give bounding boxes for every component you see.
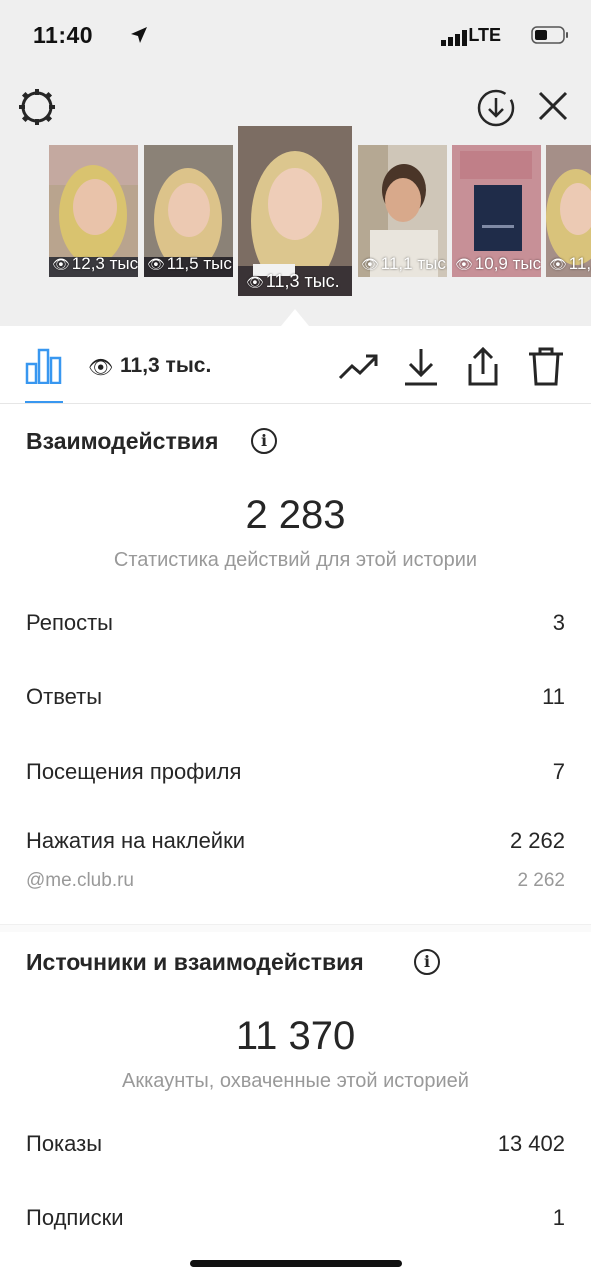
thumbnail-views: 👁 12,3 тыс.	[52, 254, 138, 273]
story-thumbnails-header: 11:40 LTE 👁 12,3 тыс. 👁 11,5 тыс. 👁 11,3…	[0, 0, 591, 326]
stat-value: 1	[552, 1205, 565, 1230]
story-thumbnail[interactable]: 👁 12,3 тыс.	[49, 145, 138, 277]
trash-icon[interactable]	[525, 346, 567, 388]
sources-subtitle: Аккаунты, охваченные этой историей	[122, 1070, 469, 1092]
sources-title: Источники и взаимодействия	[26, 949, 364, 975]
selected-pointer	[281, 309, 309, 326]
share-icon[interactable]	[462, 346, 504, 388]
sticker-mention-value: 2 262	[517, 870, 565, 891]
insights-toolbar: 👁 11,3 тыс.	[0, 326, 591, 404]
close-icon[interactable]	[537, 90, 569, 122]
stat-value: 2 262	[509, 828, 565, 853]
sticker-mention-label: @me.club.ru	[26, 870, 134, 891]
stat-row-profile-visits: Посещения профиля 7	[26, 759, 565, 789]
settings-gear-icon[interactable]	[18, 88, 56, 126]
thumbnail-views: 👁 11,3 тыс.	[246, 271, 340, 291]
stat-row-follows: Подписки 1	[26, 1205, 565, 1235]
stat-label: Показы	[26, 1131, 103, 1156]
eye-icon: 👁	[361, 256, 379, 272]
stat-value: 11	[542, 684, 565, 709]
stat-value: 7	[552, 759, 565, 784]
network-label: LTE	[468, 25, 501, 45]
bar-chart-icon[interactable]	[25, 348, 63, 384]
stat-row-impressions: Показы 13 402	[26, 1131, 565, 1161]
thumbnail-views: 👁 11,1 тыс.	[361, 254, 447, 273]
story-thumbnail-selected[interactable]: 👁 11,3 тыс.	[238, 126, 352, 296]
eye-icon: 👁	[549, 256, 567, 272]
story-thumbnail[interactable]: 👁 10,9 тыс.	[452, 145, 541, 277]
stat-row-sticker-mention: @me.club.ru 2 262	[26, 870, 565, 900]
stat-label: Репосты	[26, 610, 113, 635]
active-tab-indicator	[25, 401, 63, 403]
thumbnail-views: 👁 11,5 тыс.	[147, 254, 233, 273]
stat-value: 3	[552, 610, 565, 635]
stat-label: Нажатия на наклейки	[26, 828, 246, 853]
story-views-count: 11,3 тыс.	[120, 354, 212, 377]
stat-row-replies: Ответы 11	[26, 684, 565, 714]
stat-label: Посещения профиля	[26, 759, 242, 784]
sources-total: 11 370	[235, 1014, 356, 1058]
trend-icon[interactable]	[338, 346, 380, 388]
download-circle-icon[interactable]	[476, 88, 516, 128]
stat-row-sticker-taps: Нажатия на наклейки 2 262	[26, 828, 565, 858]
status-bar: 11:40 LTE	[33, 22, 569, 52]
thumbnail-views: 👁 10,9 тыс.	[455, 254, 541, 273]
eye-icon: 👁	[455, 256, 473, 272]
stat-value: 13 402	[497, 1131, 565, 1156]
stat-row-reposts: Репосты 3	[26, 610, 565, 640]
eye-icon: 👁	[246, 274, 264, 290]
eye-icon: 👁	[147, 256, 165, 272]
home-indicator[interactable]	[190, 1260, 402, 1267]
signal-icon	[441, 30, 467, 46]
battery-icon	[531, 26, 568, 44]
info-icon[interactable]: i	[414, 949, 440, 975]
story-thumbnail[interactable]: 👁 11,5 тыс.	[144, 145, 233, 277]
thumbnail-views: 👁 11,	[549, 254, 591, 273]
interactions-title: Взаимодействия	[26, 428, 219, 454]
story-thumbnail[interactable]: 👁 11,	[546, 145, 591, 277]
eye-icon: 👁	[52, 256, 70, 272]
story-thumbnail[interactable]: 👁 11,1 тыс.	[358, 145, 447, 277]
story-thumbnail-strip[interactable]: 👁 12,3 тыс. 👁 11,5 тыс. 👁 11,3 тыс. 👁 11…	[0, 126, 591, 301]
interactions-subtitle: Статистика действий для этой истории	[113, 549, 478, 571]
interactions-total: 2 283	[245, 493, 346, 537]
download-icon[interactable]	[400, 346, 442, 388]
status-time: 11:40	[33, 22, 94, 48]
section-divider	[0, 924, 591, 932]
info-icon[interactable]: i	[251, 428, 277, 454]
eye-icon: 👁	[88, 357, 114, 379]
location-arrow-icon	[131, 27, 147, 43]
stat-label: Подписки	[26, 1205, 124, 1230]
stat-label: Ответы	[26, 684, 103, 709]
